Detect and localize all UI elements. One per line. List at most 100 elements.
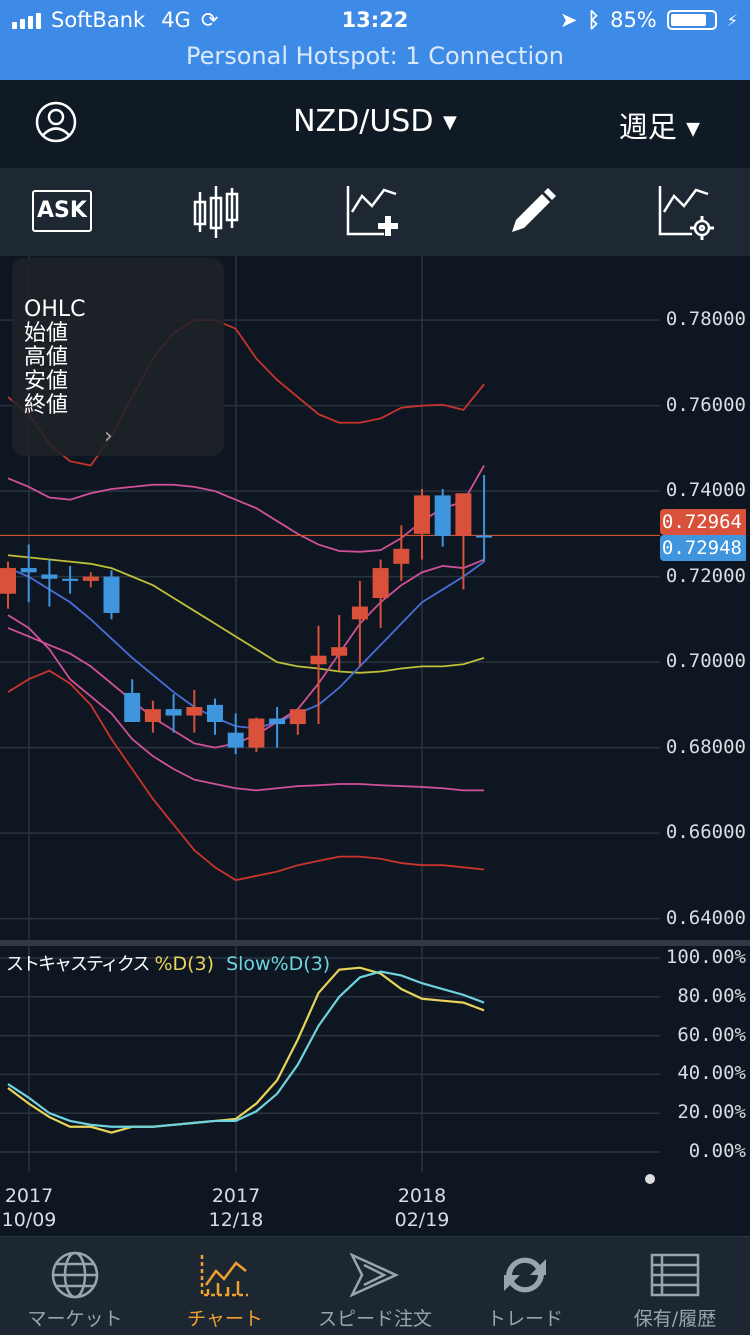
chevron-down-icon: ▼ [443,112,457,133]
candle-body [103,576,120,613]
price-tick-label: 0.68000 [665,735,746,758]
tab-speed-order[interactable]: スピード注文 [300,1237,450,1335]
hotspot-banner[interactable]: Personal Hotspot: 1 Connection [0,42,750,70]
candle-body [124,692,141,722]
candle [476,474,493,562]
candle [41,559,58,607]
candle [351,580,368,667]
tab-bar: マーケット チャート スピード注文 トレード 保有/履歴 [0,1236,750,1335]
status-bar: SoftBank 4G ⟳ 13:22 ➤ ᛒ 85% ⚡ Personal H… [0,0,750,80]
history-icon [650,1253,700,1297]
time-date: 12/18 [208,1209,264,1231]
candle-body [310,655,327,665]
bluetooth-icon: ᛒ [587,8,601,32]
battery-icon [666,10,717,30]
candle-body [289,709,306,725]
speed-order-icon [350,1252,400,1298]
candle-body [144,709,161,722]
stochastic-axis: 100.00% 80.00% 60.00% 40.00% 20.00% 0.00% [660,946,750,1172]
slow-d-label: Slow%D(3) [226,953,331,975]
ask-icon: ASK [32,190,92,232]
candle [269,707,286,748]
candle-body [476,535,493,538]
ohlc-low: 安値 [24,369,69,394]
chevron-down-icon: ▼ [686,118,700,140]
candle [207,698,223,735]
candle [455,493,472,590]
stochastic-tick-label: 100.00% [665,946,746,968]
candle-body [414,495,430,534]
time-year: 2017 [4,1185,54,1207]
tab-history[interactable]: 保有/履歴 [600,1237,750,1335]
candle [82,572,99,588]
ohlc-open: 始値 [24,321,69,346]
candle-body [434,495,451,537]
candle-body [186,707,203,716]
stochastic-tick-label: 60.00% [677,1023,746,1046]
candle-body [331,647,348,656]
add-indicator-icon[interactable] [344,182,404,242]
candle-body [393,548,410,564]
battery-percent: 85% [610,8,657,32]
stochastic-chart[interactable] [0,946,660,1172]
pencil-icon[interactable] [502,182,562,242]
scroll-indicator [645,1174,655,1184]
candle [144,700,161,733]
nav-bar: NZD/USD ▼ 週足 ▼ [0,80,750,168]
price-axis: 0.78000 0.76000 0.74000 0.72000 0.70000 0.680… [660,256,750,940]
tab-label: 保有/履歴 [633,1308,717,1330]
candle [124,679,141,722]
indicator-line-bollinger_upper1 [7,465,485,553]
ohlc-panel[interactable]: OHLC 始値 高値 安値 終値 › [12,258,224,456]
stochastic-name: ストキャスティクス [6,954,150,975]
candle-body [227,732,244,748]
time-label: 2017 10/09 [0,1184,58,1232]
time-label: 2017 12/18 [206,1184,266,1232]
time-date: 10/09 [1,1209,57,1231]
candle-body [455,493,472,537]
candle-body [0,568,16,594]
candlestick-icon[interactable] [188,182,248,242]
stochastic-tick-label: 80.00% [677,984,746,1007]
candle [414,488,430,560]
candle [434,488,451,547]
candle [289,709,306,735]
ask-button[interactable]: ASK [32,190,92,232]
price-tick-label: 0.78000 [665,308,746,331]
time-label: 2018 02/19 [392,1184,452,1232]
chart-toolbar: ASK [0,168,750,256]
location-icon: ➤ [559,8,578,32]
tab-trade[interactable]: トレード [450,1237,600,1335]
candle-body [165,709,182,716]
indicator-line-bollinger_lower2 [7,669,485,882]
price-tick-label: 0.70000 [665,650,746,673]
price-tick-label: 0.74000 [665,479,746,502]
tab-market[interactable]: マーケット [0,1237,150,1335]
tab-label: チャート [187,1308,263,1330]
ohlc-high: 高値 [24,345,69,370]
ohlc-close: 終値 [24,393,69,418]
candle-body [351,606,368,620]
candle [248,717,265,752]
bid-price-tag: 0.72948 [660,535,746,562]
time-year: 2017 [211,1185,261,1207]
price-tick-label: 0.66000 [665,821,746,844]
tab-chart[interactable]: チャート [150,1237,300,1335]
period-label: 週足 [618,110,677,144]
charging-icon: ⚡ [726,10,738,30]
candle-body [20,568,37,573]
trade-icon [504,1257,546,1293]
stochastic-legend: ストキャスティクス %D(3) Slow%D(3) [6,950,330,976]
indicator-line-band_a [7,560,485,730]
candle-body [248,718,265,748]
stochastic-tick-label: 20.00% [677,1101,746,1124]
period-selector[interactable]: 週足 ▼ [619,104,700,146]
pair-label: NZD/USD [293,104,434,139]
candle-body [207,704,223,722]
stochastic-tick-label: 40.00% [677,1062,746,1085]
candle-body [82,576,99,581]
chevron-right-icon[interactable]: › [104,424,113,449]
chart-settings-icon[interactable] [656,182,716,242]
ask-price-tag: 0.72964 [660,509,746,536]
stochastic-d-line [7,966,485,1134]
